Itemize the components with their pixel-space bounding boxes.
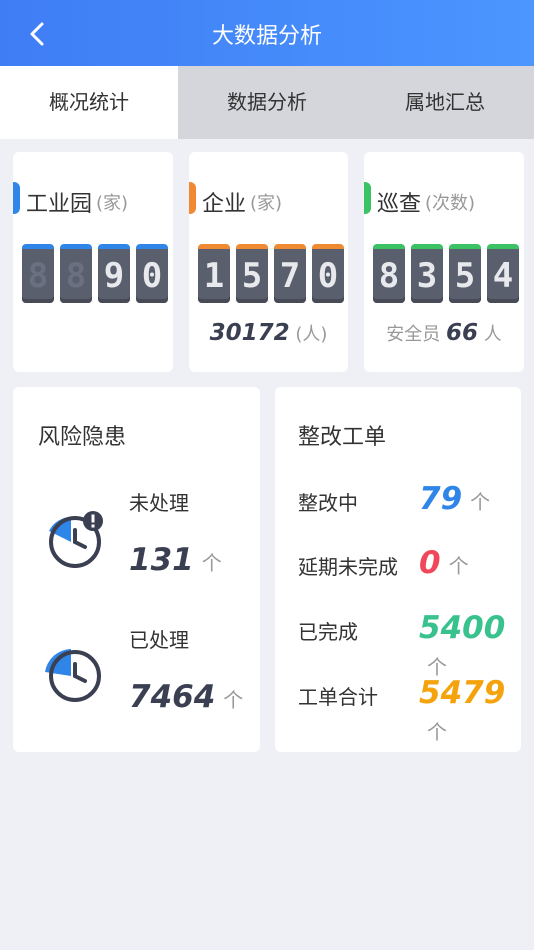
workorder-row-label: 延期未完成 bbox=[298, 555, 398, 579]
accent-bar bbox=[364, 182, 371, 214]
processed-count: 7464 个 bbox=[129, 679, 243, 715]
employee-count-unit: (人) bbox=[295, 324, 328, 345]
digit: 5 bbox=[236, 244, 268, 303]
pending-unit: 个 bbox=[201, 551, 222, 575]
digit-counter: 8 3 5 4 bbox=[373, 244, 519, 303]
completed-value: 5400 bbox=[419, 610, 506, 646]
unit-label: 个 bbox=[470, 490, 491, 514]
workorder-row-label: 工单合计 bbox=[298, 685, 378, 709]
unit-label: 个 bbox=[427, 720, 447, 744]
digit: 9 bbox=[98, 244, 130, 303]
total-value: 5479 bbox=[419, 675, 506, 711]
card-unit: (家) bbox=[250, 193, 283, 214]
tab-bar: 概况统计 数据分析 属地汇总 bbox=[0, 66, 534, 139]
workorder-row-label: 整改中 bbox=[298, 491, 358, 515]
card-header: 企业 (家) bbox=[202, 186, 282, 218]
workorder-row-label: 已完成 bbox=[298, 620, 358, 644]
page-title: 大数据分析 bbox=[211, 24, 322, 49]
card-unit: (次数) bbox=[425, 193, 476, 214]
digit-counter: 1 5 7 0 bbox=[198, 244, 344, 303]
workorder-row-value: 5479 个 bbox=[419, 675, 521, 747]
safety-officer-unit: 人 bbox=[483, 324, 502, 345]
accent-bar bbox=[189, 182, 196, 214]
overdue-value: 0 bbox=[419, 545, 441, 581]
tab-overview[interactable]: 概况统计 bbox=[0, 66, 178, 139]
accent-bar bbox=[13, 182, 20, 214]
processed-unit: 个 bbox=[223, 688, 244, 712]
digit: 8 bbox=[60, 244, 92, 303]
workorder-title: 整改工单 bbox=[298, 425, 387, 450]
card-header: 工业园 (家) bbox=[26, 186, 128, 218]
digit: 8 bbox=[373, 244, 405, 303]
pending-label: 未处理 bbox=[129, 491, 189, 515]
pending-count: 131 个 bbox=[129, 542, 222, 578]
safety-officer-value: 66 bbox=[445, 320, 478, 346]
inspection-card[interactable]: 巡查 (次数) 8 3 5 4 安全员 66 人 bbox=[364, 152, 524, 372]
digit: 0 bbox=[136, 244, 168, 303]
digit: 4 bbox=[487, 244, 519, 303]
digit: 3 bbox=[411, 244, 443, 303]
risk-hazard-card[interactable]: 风险隐患 未处理 131 个 已处理 7464 个 bbox=[13, 387, 260, 752]
tab-data-analysis[interactable]: 数据分析 bbox=[178, 66, 356, 139]
unit-label: 个 bbox=[448, 554, 469, 578]
card-header: 巡查 (次数) bbox=[377, 186, 475, 218]
digit: 0 bbox=[312, 244, 344, 303]
rectification-workorder-card[interactable]: 整改工单 整改中 79 个 延期未完成 0个 已完成 5400个 工单合计 547… bbox=[275, 387, 521, 752]
employee-count-value: 30172 bbox=[209, 320, 290, 346]
processed-value: 7464 bbox=[129, 679, 216, 715]
digit: 8 bbox=[22, 244, 54, 303]
pending-clock-icon bbox=[49, 511, 103, 568]
card-title: 巡查 bbox=[377, 192, 422, 217]
app-header: 大数据分析 bbox=[0, 0, 534, 66]
safety-officer-count: 安全员 66 人 bbox=[364, 320, 524, 346]
in-progress-value: 79 bbox=[419, 481, 463, 517]
industrial-park-card[interactable]: 工业园 (家) 8 8 9 0 bbox=[13, 152, 173, 372]
processed-label: 已处理 bbox=[129, 628, 189, 652]
risk-title: 风险隐患 bbox=[38, 425, 127, 450]
workorder-row-value: 5400个 bbox=[419, 610, 521, 682]
enterprise-card[interactable]: 企业 (家) 1 5 7 0 30172 (人) bbox=[189, 152, 348, 372]
employee-count: 30172 (人) bbox=[189, 320, 348, 346]
workorder-row-value: 79 个 bbox=[419, 481, 490, 517]
digit: 1 bbox=[198, 244, 230, 303]
digit: 7 bbox=[274, 244, 306, 303]
card-title: 工业园 bbox=[26, 192, 93, 217]
tab-region-summary[interactable]: 属地汇总 bbox=[356, 66, 534, 139]
safety-officer-label: 安全员 bbox=[386, 324, 441, 345]
digit: 5 bbox=[449, 244, 481, 303]
processed-clock-icon bbox=[45, 649, 101, 702]
digit-counter: 8 8 9 0 bbox=[22, 244, 168, 303]
card-unit: (家) bbox=[96, 193, 129, 214]
workorder-row-value: 0个 bbox=[419, 545, 469, 581]
card-title: 企业 bbox=[202, 192, 247, 217]
pending-value: 131 bbox=[129, 542, 194, 578]
